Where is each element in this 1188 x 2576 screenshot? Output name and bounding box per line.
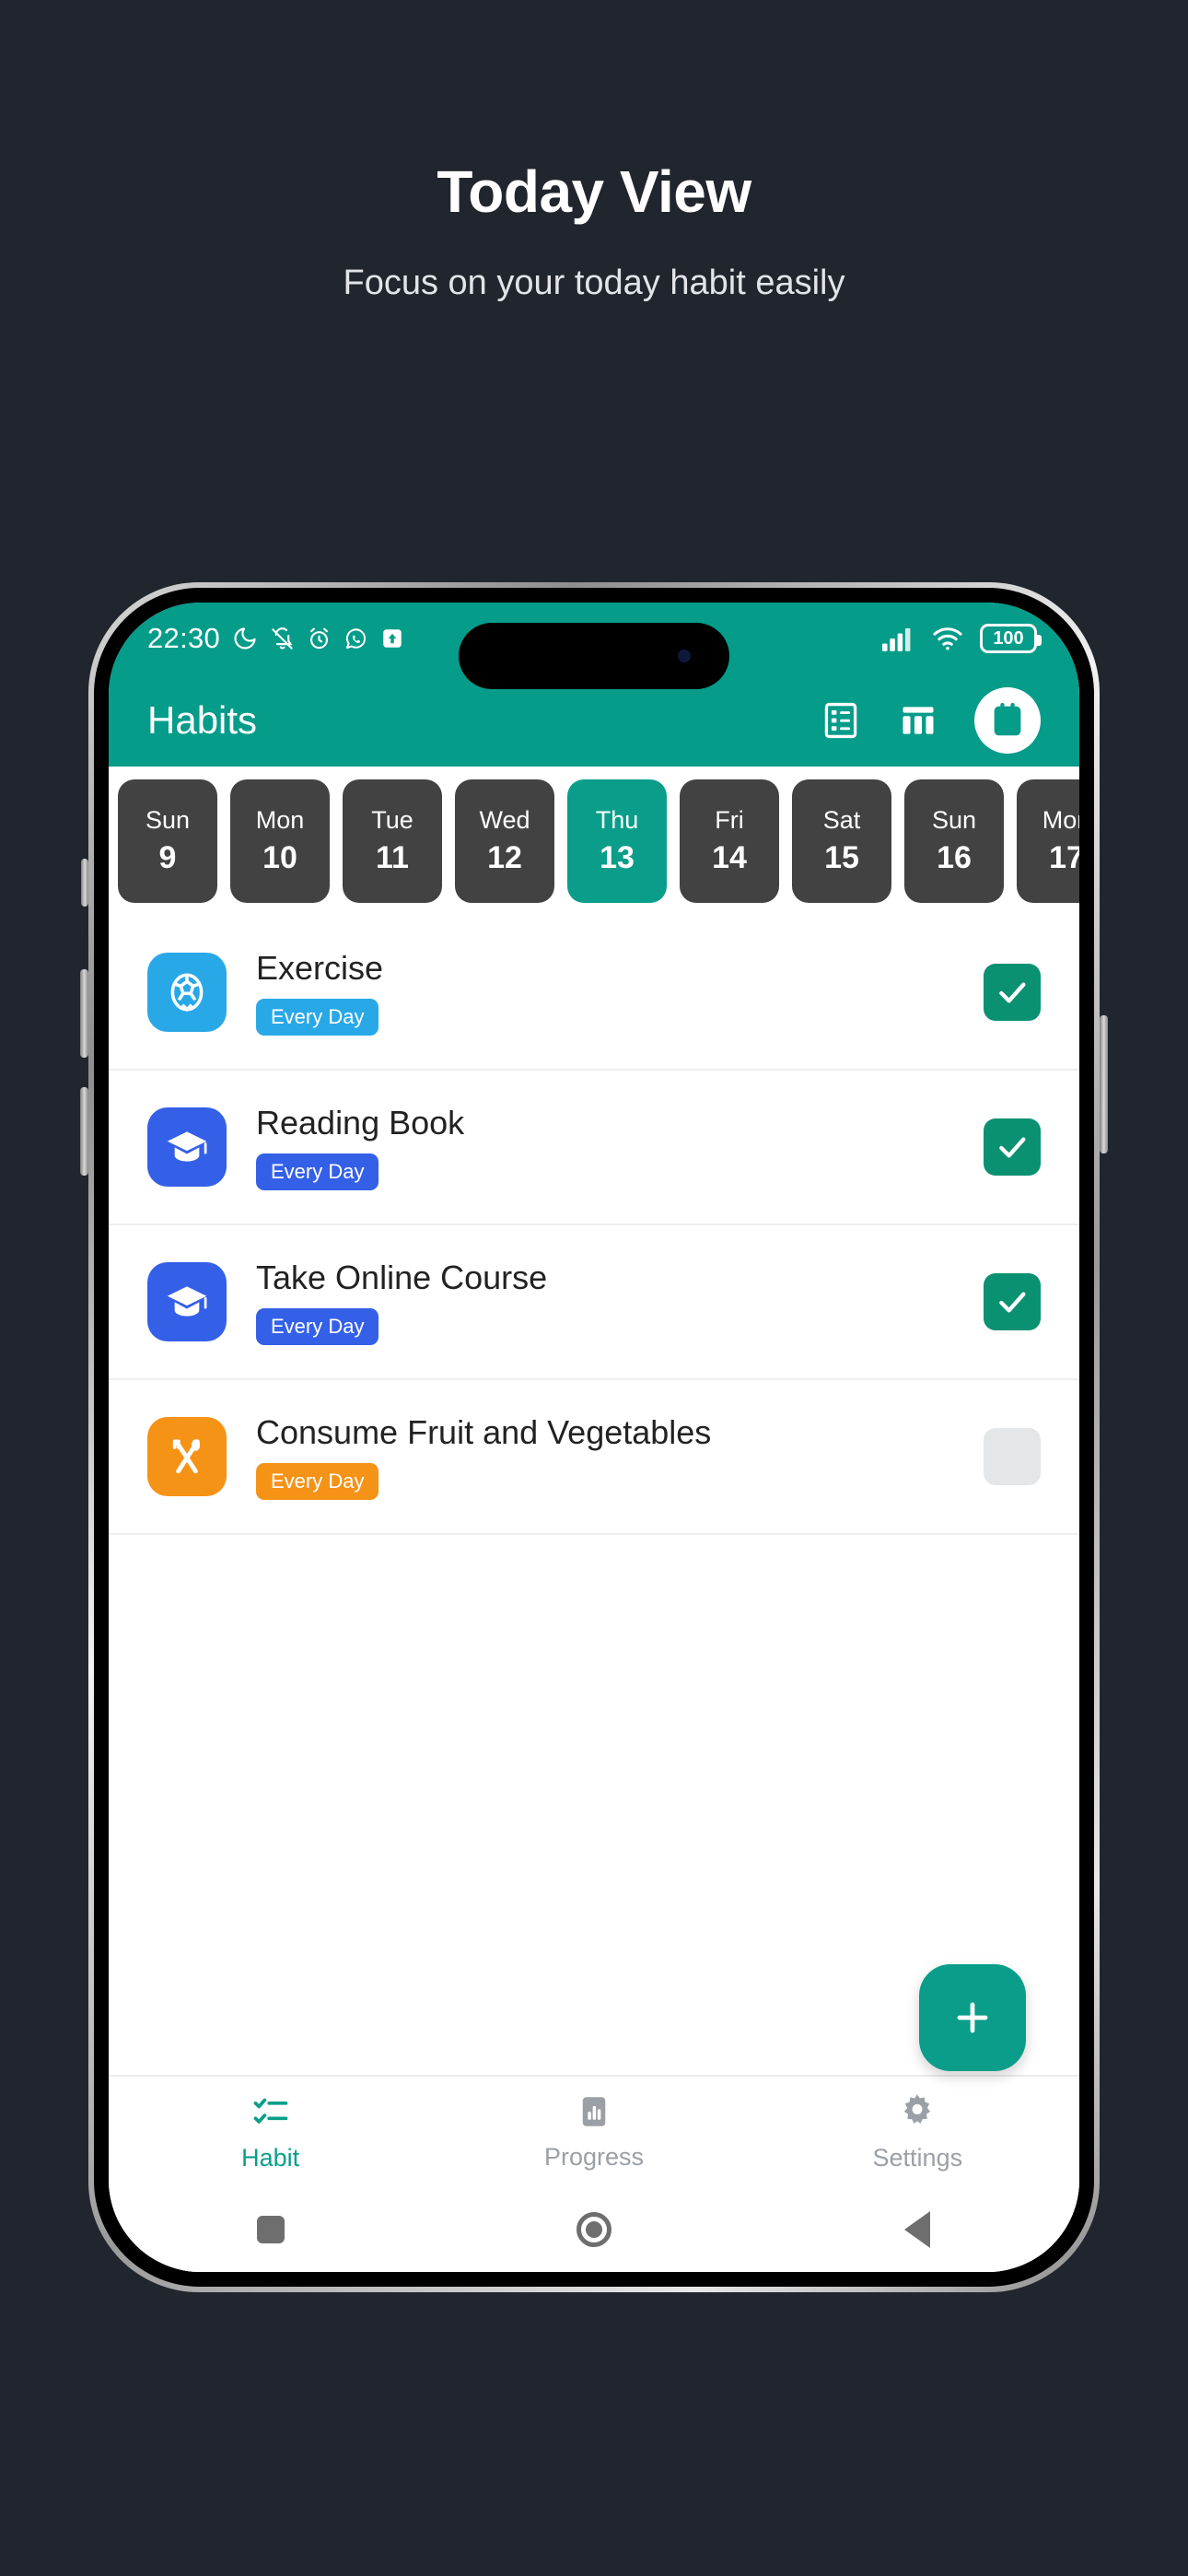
power-button[interactable] (1100, 1015, 1108, 1153)
recents-button[interactable] (109, 2216, 432, 2243)
habit-name: Reading Book (256, 1104, 465, 1142)
habit-frequency-badge: Every Day (256, 1153, 379, 1190)
gear-icon (897, 2091, 938, 2137)
date-chip[interactable]: Mon 10 (230, 779, 330, 903)
alarm-icon (307, 626, 332, 651)
date-chip[interactable]: Tue 11 (343, 779, 442, 903)
back-button[interactable] (756, 2211, 1079, 2248)
habit-row[interactable]: Reading Book Every Day (109, 1071, 1079, 1225)
date-chip-day: Mon (1042, 806, 1079, 834)
bottom-navigation: Habit Progress Settings (109, 2075, 1079, 2187)
habit-name: Take Online Course (256, 1259, 548, 1296)
table-view-icon[interactable] (897, 699, 939, 742)
list-view-icon[interactable] (820, 699, 862, 742)
phone-bezel: 22:30 100 Habits Sun 9 Mon 10 Tue 11 Wed… (94, 588, 1094, 2287)
habit-checkbox-checked[interactable] (984, 1118, 1041, 1176)
habit-checkbox-unchecked[interactable] (984, 1428, 1041, 1485)
page-subtitle: Focus on your today habit easily (343, 263, 845, 302)
front-camera-icon (678, 650, 691, 662)
nav-label-settings: Settings (872, 2144, 963, 2172)
habit-name: Exercise (256, 949, 384, 987)
nav-item-progress[interactable]: Progress (432, 2092, 755, 2172)
circle-icon (576, 2212, 611, 2247)
date-chip-day: Tue (371, 806, 413, 834)
checklist-icon (250, 2091, 291, 2137)
habit-name: Consume Fruit and Vegetables (256, 1413, 712, 1451)
square-icon (256, 2216, 285, 2243)
date-chip[interactable]: Wed 12 (455, 779, 554, 903)
date-chip-num: 12 (487, 840, 522, 875)
date-chip-num: 17 (1049, 840, 1079, 875)
android-navigation-bar (109, 2187, 1079, 2272)
date-chip-day: Thu (595, 806, 639, 834)
date-chip-day: Sat (822, 806, 861, 834)
triangle-icon (904, 2211, 931, 2248)
signal-bars-icon (882, 626, 915, 651)
date-chip-num: 15 (824, 840, 859, 875)
date-chip[interactable]: Sat 15 (792, 779, 891, 903)
phone-frame: 22:30 100 Habits Sun 9 Mon 10 Tue 11 Wed… (80, 582, 1108, 2292)
date-chip-num: 10 (262, 840, 297, 875)
app-bar-title: Habits (147, 698, 258, 742)
graduation-cap-icon (147, 1107, 227, 1187)
date-chip-day: Wed (479, 806, 530, 834)
habit-row[interactable]: Take Online Course Every Day (109, 1225, 1079, 1380)
bell-muted-icon (270, 626, 295, 651)
date-chip[interactable]: Mon 17 (1017, 779, 1079, 903)
date-chip-selected[interactable]: Thu 13 (567, 779, 667, 903)
volume-down-button[interactable] (80, 1087, 88, 1176)
date-chip-day: Mon (255, 806, 305, 834)
date-strip[interactable]: Sun 9 Mon 10 Tue 11 Wed 12 Thu 13 Fri 14… (109, 767, 1079, 916)
status-bar-time: 22:30 (147, 622, 221, 654)
add-habit-fab[interactable] (919, 1964, 1026, 2071)
date-chip-num: 9 (158, 840, 177, 875)
date-chip-day: Sun (931, 806, 977, 834)
habit-frequency-badge: Every Day (256, 999, 379, 1036)
wifi-icon (932, 626, 963, 651)
date-chip-num: 14 (712, 840, 747, 875)
dynamic-island (459, 623, 729, 689)
date-chip[interactable]: Sun 16 (904, 779, 1004, 903)
habit-frequency-badge: Every Day (256, 1463, 379, 1500)
promo-header: Today View Focus on your today habit eas… (0, 0, 1188, 303)
silent-switch[interactable] (81, 859, 88, 907)
plus-icon (957, 2002, 988, 2033)
upload-icon (380, 626, 404, 650)
date-chip-num: 13 (600, 840, 635, 875)
habit-checkbox-checked[interactable] (984, 964, 1041, 1021)
phone-screen: 22:30 100 Habits Sun 9 Mon 10 Tue 11 Wed… (109, 603, 1079, 2272)
bar-chart-icon (575, 2092, 613, 2136)
battery-level: 100 (993, 627, 1024, 649)
habit-row[interactable]: Consume Fruit and Vegetables Every Day (109, 1380, 1079, 1535)
fork-spoon-icon (147, 1417, 227, 1496)
calendar-view-icon[interactable] (974, 687, 1041, 754)
page-title: Today View (437, 158, 751, 225)
date-chip-day: Sun (145, 806, 191, 834)
nav-item-settings[interactable]: Settings (756, 2091, 1079, 2172)
volume-up-button[interactable] (80, 969, 88, 1058)
nav-item-habit[interactable]: Habit (109, 2091, 432, 2172)
soccer-ball-icon (147, 953, 227, 1032)
habit-list: Exercise Every Day Reading Book Every Da… (109, 916, 1079, 1535)
date-chip[interactable]: Sun 9 (118, 779, 217, 903)
phone-mockup: 22:30 100 Habits Sun 9 Mon 10 Tue 11 Wed… (80, 582, 1108, 2292)
nav-label-habit: Habit (241, 2144, 300, 2172)
habit-row[interactable]: Exercise Every Day (109, 916, 1079, 1071)
home-button[interactable] (432, 2212, 755, 2247)
graduation-cap-icon (147, 1262, 227, 1341)
habit-checkbox-checked[interactable] (984, 1273, 1041, 1330)
whatsapp-icon (344, 626, 368, 651)
date-chip-num: 11 (376, 840, 409, 875)
habit-frequency-badge: Every Day (256, 1308, 379, 1345)
app-bar-actions (820, 687, 1041, 754)
nav-label-progress: Progress (543, 2143, 645, 2171)
battery-icon: 100 (980, 624, 1042, 653)
date-chip[interactable]: Fri 14 (680, 779, 779, 903)
status-bar: 22:30 100 (109, 603, 1079, 689)
date-chip-day: Fri (715, 806, 744, 834)
moon-icon (232, 626, 258, 651)
date-chip-num: 16 (937, 840, 972, 875)
